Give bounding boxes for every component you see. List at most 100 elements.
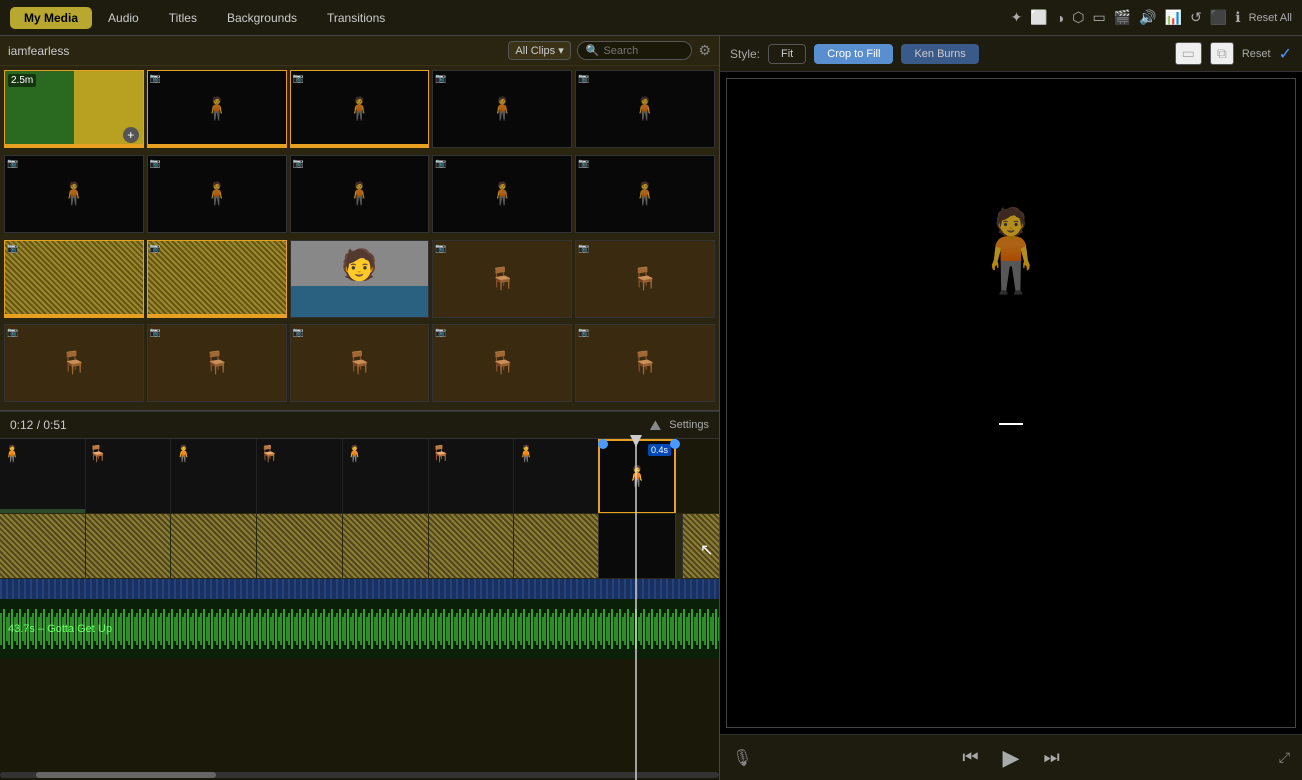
figure-icon: 🧍 [631, 96, 658, 122]
playhead[interactable] [635, 439, 637, 780]
media-thumb-2[interactable]: 📷 🧍 [147, 70, 287, 148]
confirm-button[interactable]: ✓ [1279, 44, 1292, 64]
tl-frame-7[interactable]: 🧍 [514, 439, 600, 513]
timeline-blue-waveform-row [0, 579, 719, 599]
tab-titles[interactable]: Titles [155, 7, 211, 29]
scrollbar-thumb[interactable] [36, 772, 216, 778]
media-thumb-16[interactable]: 📷 🪑 [4, 324, 144, 402]
figure-icon: 🧍 [346, 181, 373, 207]
info-icon[interactable]: ℹ [1235, 9, 1240, 26]
crop-icon-button[interactable]: ▭ [1175, 42, 1202, 65]
camera-badge: 📷 [150, 73, 161, 84]
chair-icon: 🪑 [631, 266, 658, 292]
preview-area[interactable]: 🧍 [720, 72, 1302, 734]
tl-frame-3[interactable]: 🧍 [171, 439, 257, 513]
media-thumb-17[interactable]: 📷 🪑 [147, 324, 287, 402]
media-thumb-4[interactable]: 📷 🧍 [432, 70, 572, 148]
selected-noise-clip[interactable] [598, 514, 676, 579]
media-thumb-7[interactable]: 📷 🧍 [147, 155, 287, 233]
ken-burns-button[interactable]: Ken Burns [901, 44, 978, 64]
audio-icon[interactable]: 🔊 [1139, 9, 1156, 26]
media-thumb-11[interactable]: 📷 [4, 240, 144, 318]
media-thumb-6[interactable]: 📷 🧍 [4, 155, 144, 233]
skip-to-start-button[interactable]: ⏮ [962, 747, 978, 768]
camera-badge: 📷 [578, 327, 589, 338]
media-thumb-8[interactable]: 📷 🧍 [290, 155, 430, 233]
style-bar: Style: Fit Crop to Fill Ken Burns ▭ ⧉ Re… [720, 36, 1302, 72]
tab-backgrounds[interactable]: Backgrounds [213, 7, 311, 29]
filter-bar: All Clips ▾ 🔍 ⚙ [508, 41, 711, 60]
search-bar: 🔍 [577, 41, 693, 60]
effects-icon[interactable]: ⬡ [1072, 9, 1084, 26]
media-thumb-19[interactable]: 📷 🪑 [432, 324, 572, 402]
tab-my-media[interactable]: My Media [10, 7, 92, 29]
mic-icon[interactable]: 🎙 [732, 748, 752, 768]
play-button[interactable]: ▶ [1003, 745, 1020, 771]
background-icon[interactable]: ⬛ [1210, 9, 1227, 26]
camera-badge: 📷 [293, 73, 304, 84]
add-icon[interactable]: + [123, 127, 139, 143]
camera-badge: 📷 [7, 158, 18, 169]
timeline-scrollbar[interactable] [0, 772, 719, 778]
clips-filter-select[interactable]: All Clips ▾ [508, 41, 570, 60]
settings-label[interactable]: Settings [669, 419, 709, 431]
share-icon[interactable]: ↺ [1190, 9, 1202, 26]
current-time: 0:12 [10, 418, 33, 432]
timeline-header: 0:12 / 0:51 ⛰ Settings [0, 411, 719, 439]
camera-badge: 📷 [578, 243, 589, 254]
tl-frame-2[interactable]: 🪑 [86, 439, 172, 513]
media-thumb-12[interactable]: 📷 [147, 240, 287, 318]
expand-icon[interactable]: ⤢ [1279, 749, 1290, 766]
media-thumb-13[interactable]: 🧑 [290, 240, 430, 318]
media-thumb-15[interactable]: 📷 🪑 [575, 240, 715, 318]
media-thumb-20[interactable]: 📷 🪑 [575, 324, 715, 402]
selected-indicator [5, 144, 143, 147]
media-thumb-18[interactable]: 📷 🪑 [290, 324, 430, 402]
transform-icon-button[interactable]: ⧉ [1210, 42, 1234, 65]
main-layout: iamfearless All Clips ▾ 🔍 ⚙ 2.5m + [0, 36, 1302, 780]
chair-icon: 🪑 [203, 350, 230, 376]
reset-all-button[interactable]: Reset All [1249, 12, 1292, 24]
noise-frame-5[interactable] [343, 514, 429, 578]
noise-frame-1[interactable] [0, 514, 86, 578]
noise-frame-7[interactable] [514, 514, 600, 578]
right-style-icons: ▭ ⧉ Reset ✓ [1175, 42, 1292, 65]
library-header: iamfearless All Clips ▾ 🔍 ⚙ [0, 36, 719, 66]
color-icon[interactable]: ◑ [1056, 10, 1064, 26]
waveform-bars [0, 579, 719, 599]
reset-button[interactable]: Reset [1242, 48, 1271, 60]
noise-frame-3[interactable] [171, 514, 257, 578]
fit-button[interactable]: Fit [768, 44, 806, 64]
graph-icon[interactable]: 📊 [1165, 9, 1182, 26]
tl-frame-6[interactable]: 🪑 [429, 439, 515, 513]
tab-audio[interactable]: Audio [94, 7, 153, 29]
media-thumb-9[interactable]: 📷 🧍 [432, 155, 572, 233]
timecode-display: 0:12 / 0:51 [10, 418, 67, 432]
viewer-icon[interactable]: ⬜ [1030, 9, 1047, 26]
speed-badge: 0.4s [648, 444, 671, 456]
search-input[interactable] [603, 45, 683, 57]
tl-frame-1[interactable]: 🧍 [0, 439, 86, 513]
media-thumb-10[interactable]: 📷 🧍 [575, 155, 715, 233]
media-thumb-3[interactable]: 📷 🧍 [290, 70, 430, 148]
crop-icon[interactable]: ▭ [1093, 9, 1106, 26]
noise-frame-4[interactable] [257, 514, 343, 578]
tl-frame-5[interactable]: 🧍 [343, 439, 429, 513]
noise-frame-6[interactable] [429, 514, 515, 578]
media-grid: 2.5m + 📷 🧍 📷 🧍 📷 🧍 📷 🧍 [0, 66, 719, 410]
media-thumb-1[interactable]: 2.5m + [4, 70, 144, 148]
media-thumb-5[interactable]: 📷 🧍 [575, 70, 715, 148]
camera-badge: 📷 [578, 158, 589, 169]
selected-timeline-clip[interactable]: 🧍 0.4s [598, 439, 676, 514]
camera-icon[interactable]: 🎬 [1114, 9, 1131, 26]
media-thumb-14[interactable]: 📷 🪑 [432, 240, 572, 318]
tab-transitions[interactable]: Transitions [313, 7, 399, 29]
skip-to-end-button[interactable]: ⏭ [1043, 747, 1059, 768]
video-strip-left: 🧍 🪑 🧍 🪑 🧍 [0, 439, 600, 513]
magic-wand-icon[interactable]: ✦ [1011, 9, 1023, 26]
figure-icon: 🧍 [203, 96, 230, 122]
tl-frame-4[interactable]: 🪑 [257, 439, 343, 513]
crop-to-fill-button[interactable]: Crop to Fill [814, 44, 893, 64]
noise-frame-2[interactable] [86, 514, 172, 578]
settings-gear-icon[interactable]: ⚙ [698, 42, 711, 59]
